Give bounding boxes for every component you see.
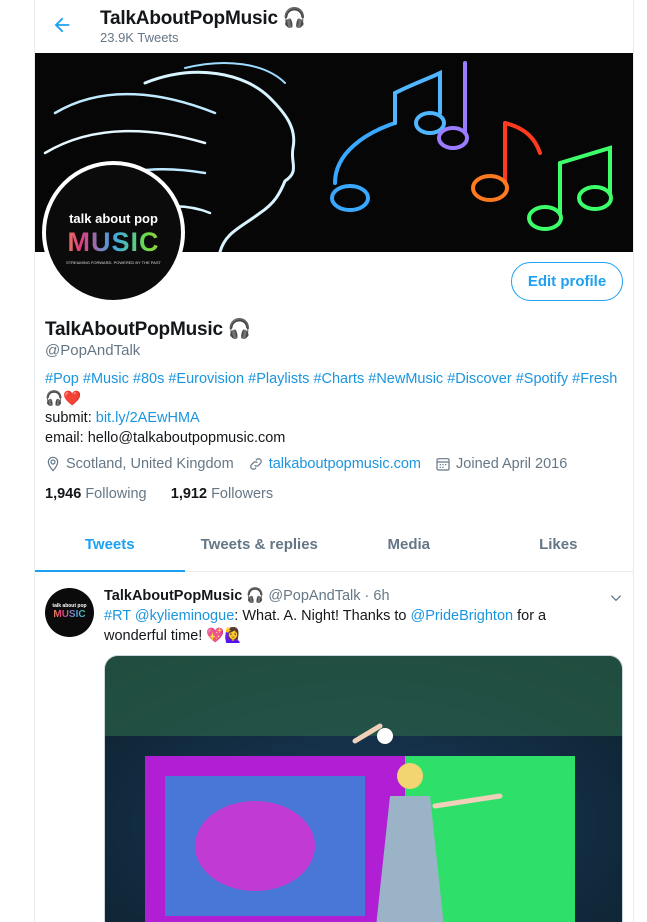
tweet-author-handle[interactable]: @PopAndTalk xyxy=(268,588,360,604)
hashtag-link[interactable]: #Charts xyxy=(313,371,364,387)
tab-likes[interactable]: Likes xyxy=(484,520,634,571)
profile-meta: Scotland, United Kingdom talkaboutpopmus… xyxy=(45,456,630,476)
avatar-text-line2: MUSIC xyxy=(46,227,181,258)
hashtag-link[interactable]: #Music xyxy=(83,371,129,387)
hashtag-link[interactable]: #Eurovision xyxy=(168,371,244,387)
back-arrow-icon[interactable] xyxy=(51,14,73,36)
mention-link[interactable]: @PrideBrighton xyxy=(411,608,514,624)
profile-bio: #Pop #Music #80s #Eurovision #Playlists … xyxy=(45,370,625,448)
tweet-text: #RT @kylieminogue: What. A. Night! Thank… xyxy=(104,608,547,644)
top-bar: TalkAboutPopMusic 🎧 23.9K Tweets xyxy=(35,0,633,53)
tweet-emoji: 💖🙋‍♀️ xyxy=(206,627,243,644)
location-item: Scotland, United Kingdom xyxy=(45,456,234,472)
bio-emoji: 🎧❤️ xyxy=(45,390,82,407)
website-item: talkaboutpopmusic.com xyxy=(248,456,421,472)
tweet-avatar[interactable]: talk about pop MUSIC xyxy=(45,588,94,637)
hashtag-link[interactable]: #NewMusic xyxy=(368,371,443,387)
tweet-avatar-line2: MUSIC xyxy=(45,609,94,620)
hashtag-link[interactable]: #80s xyxy=(133,371,164,387)
bio-submit-line: submit: bit.ly/2AEwHMA xyxy=(45,409,625,429)
website-link[interactable]: talkaboutpopmusic.com xyxy=(269,456,421,472)
bio-email-line: email: hello@talkaboutpopmusic.com xyxy=(45,429,286,446)
following-link[interactable]: 1,946 Following xyxy=(45,486,147,502)
avatar-text-line3: STREAMING FORWARD. POWERED BY THE PAST xyxy=(66,260,161,265)
location-text: Scotland, United Kingdom xyxy=(66,456,234,472)
profile-tabs: Tweets Tweets & replies Media Likes xyxy=(35,520,633,572)
edit-profile-button[interactable]: Edit profile xyxy=(511,262,623,301)
chevron-down-icon[interactable] xyxy=(609,591,623,605)
joined-text: Joined April 2016 xyxy=(456,456,568,472)
tweet-header: TalkAboutPopMusic 🎧 @PopAndTalk · 6h xyxy=(104,587,390,604)
calendar-icon xyxy=(436,458,450,471)
tab-tweets[interactable]: Tweets xyxy=(35,520,185,572)
tweet-count: 23.9K Tweets xyxy=(100,30,179,45)
avatar-text-line1: talk about pop xyxy=(69,211,158,226)
bio-hashtags: #Pop #Music #80s #Eurovision #Playlists … xyxy=(45,370,625,409)
profile-column: TalkAboutPopMusic 🎧 23.9K Tweets talk ab… xyxy=(34,0,634,922)
tweet-time[interactable]: · 6h xyxy=(365,588,390,604)
profile-name: TalkAboutPopMusic 🎧 xyxy=(45,319,252,340)
hashtag-link[interactable]: #Playlists xyxy=(248,371,309,387)
joined-item: Joined April 2016 xyxy=(435,456,567,472)
submit-label: submit: xyxy=(45,410,96,426)
hashtag-link[interactable]: #Fresh xyxy=(572,371,617,387)
followers-link[interactable]: 1,912 Followers xyxy=(171,486,273,502)
tab-media[interactable]: Media xyxy=(334,520,484,571)
tweet-media-image[interactable] xyxy=(104,655,623,922)
location-pin-icon xyxy=(47,456,59,472)
follow-stats: 1,946 Following 1,912 Followers xyxy=(45,486,273,502)
tab-tweets-replies[interactable]: Tweets & replies xyxy=(185,520,335,571)
hashtag-link[interactable]: #Pop xyxy=(45,371,79,387)
link-icon xyxy=(249,458,262,470)
header-title: TalkAboutPopMusic 🎧 xyxy=(100,8,307,29)
submit-link[interactable]: bit.ly/2AEwHMA xyxy=(96,410,200,426)
tweet-author-name[interactable]: TalkAboutPopMusic 🎧 xyxy=(104,588,264,604)
hashtag-link[interactable]: #Discover xyxy=(447,371,511,387)
mention-link[interactable]: @kylieminogue xyxy=(135,608,234,624)
profile-handle: @PopAndTalk xyxy=(45,342,141,359)
hashtag-link[interactable]: #Spotify xyxy=(516,371,568,387)
profile-avatar[interactable]: talk about pop MUSIC STREAMING FORWARD. … xyxy=(42,161,185,304)
hashtag-link[interactable]: #RT xyxy=(104,608,131,624)
